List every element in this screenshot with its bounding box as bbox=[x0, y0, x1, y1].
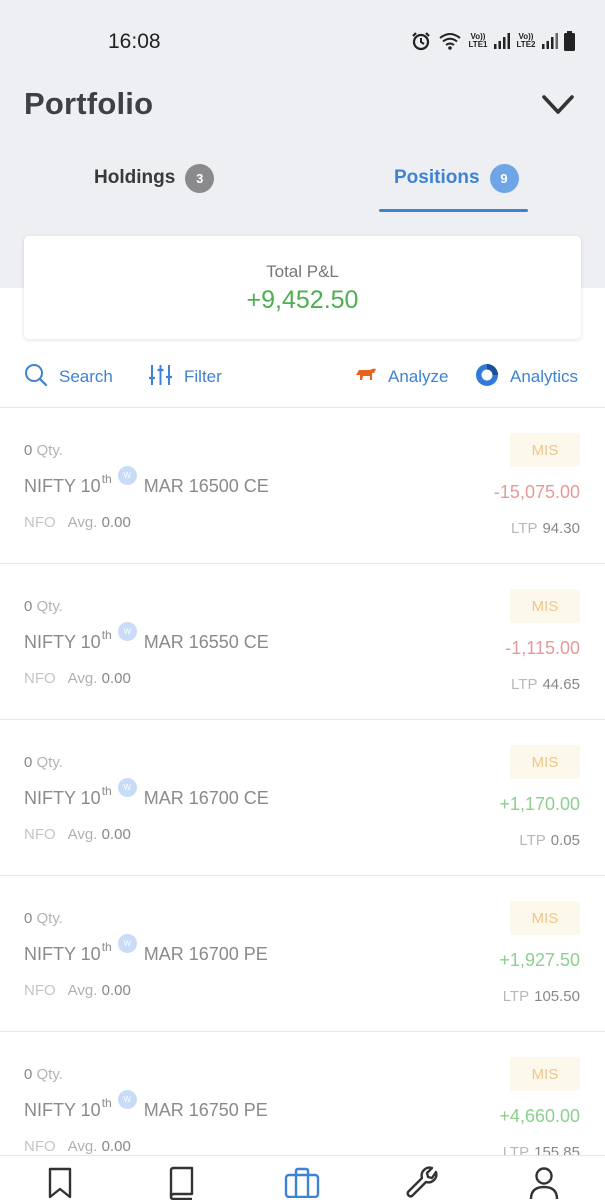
position-pnl: +4,660.00 bbox=[499, 1106, 580, 1126]
analytics-label: Analytics bbox=[510, 367, 579, 386]
wifi-icon bbox=[438, 31, 462, 51]
weekly-badge: W bbox=[117, 1090, 137, 1109]
position-ltp: LTP 94.30 bbox=[511, 520, 580, 537]
filter-label: Filter bbox=[184, 367, 222, 386]
total-pnl-value: +9,452.50 bbox=[246, 286, 359, 314]
positions-count-badge: 9 bbox=[489, 163, 519, 193]
product-badge: MIS bbox=[510, 433, 580, 467]
position-row[interactable]: 0 Qty. NIFTY 10th W MAR 16700 CE NFO Avg. 0… bbox=[0, 720, 605, 876]
position-ltp: LTP 105.50 bbox=[502, 988, 580, 1005]
position-ltp: LTP 44.65 bbox=[511, 676, 580, 693]
position-name: NIFTY 10th W MAR 16550 CE bbox=[24, 622, 269, 653]
sim2-label: Vo)) LTE2 bbox=[516, 32, 536, 49]
analyze-label: Analyze bbox=[388, 367, 449, 386]
position-row[interactable]: 0 Qty. NIFTY 10th W MAR 16750 PE NFO Avg. 0… bbox=[0, 1032, 605, 1155]
filter-button[interactable]: Filter bbox=[148, 362, 222, 392]
bottom-nav bbox=[0, 1155, 605, 1200]
position-row[interactable]: 0 Qty. NIFTY 10th W MAR 16550 CE NFO Avg. 0… bbox=[0, 564, 605, 720]
total-pnl-card: Total P&L +9,452.50 bbox=[24, 236, 581, 339]
tab-holdings-label: Holdings bbox=[94, 167, 176, 188]
position-row[interactable]: 0 Qty. NIFTY 10th W MAR 16500 CE NFO Avg. 0… bbox=[0, 408, 605, 564]
positions-list: 0 Qty. NIFTY 10th W MAR 16500 CE NFO Avg. 0… bbox=[0, 407, 605, 1155]
position-name: NIFTY 10th W MAR 16700 CE bbox=[24, 778, 269, 809]
product-badge: MIS bbox=[510, 745, 580, 779]
nav-tools[interactable] bbox=[403, 1166, 443, 1200]
page-title: Portfolio bbox=[24, 86, 154, 121]
position-qty: 0 Qty. bbox=[24, 598, 63, 615]
product-badge: MIS bbox=[510, 589, 580, 623]
tab-positions[interactable]: Positions 9 bbox=[394, 160, 519, 196]
position-name: NIFTY 10th W MAR 16750 PE bbox=[24, 1090, 268, 1121]
position-ltp: LTP 0.05 bbox=[519, 832, 580, 849]
position-pnl: -1,115.00 bbox=[505, 638, 580, 658]
toolbar: Search Filter Analyze Analytics bbox=[0, 362, 605, 392]
nav-portfolio[interactable] bbox=[282, 1166, 322, 1200]
chevron-down-icon[interactable] bbox=[540, 92, 576, 120]
search-button[interactable]: Search bbox=[24, 362, 113, 392]
user-icon bbox=[529, 1166, 559, 1200]
position-name: NIFTY 10th W MAR 16500 CE bbox=[24, 466, 269, 497]
weekly-badge: W bbox=[117, 934, 137, 953]
position-pnl: +1,927.50 bbox=[499, 950, 580, 970]
analytics-icon bbox=[475, 363, 499, 392]
position-qty: 0 Qty. bbox=[24, 1066, 63, 1083]
briefcase-icon bbox=[284, 1166, 320, 1200]
status-bar: 16:08 Vo)) LTE1 Vo)) LTE2 bbox=[0, 0, 605, 80]
signal-icon bbox=[542, 33, 558, 49]
weekly-badge: W bbox=[117, 466, 137, 485]
analyze-button[interactable]: Analyze bbox=[355, 362, 448, 392]
product-badge: MIS bbox=[510, 1057, 580, 1091]
tab-positions-label: Positions bbox=[394, 167, 480, 188]
position-pnl: +1,170.00 bbox=[499, 794, 580, 814]
active-tab-indicator bbox=[379, 209, 528, 212]
product-badge: MIS bbox=[510, 901, 580, 935]
signal-icon bbox=[494, 33, 510, 49]
alarm-icon bbox=[410, 30, 432, 52]
position-meta: NFO Avg. 0.00 bbox=[24, 670, 131, 687]
tab-holdings[interactable]: Holdings 3 bbox=[94, 160, 215, 196]
nav-orders[interactable] bbox=[161, 1166, 201, 1200]
sim1-label: Vo)) LTE1 bbox=[468, 32, 488, 49]
position-meta: NFO Avg. 0.00 bbox=[24, 1138, 131, 1155]
position-pnl: -15,075.00 bbox=[493, 482, 580, 502]
position-meta: NFO Avg. 0.00 bbox=[24, 514, 131, 531]
wrench-icon bbox=[406, 1166, 440, 1200]
position-qty: 0 Qty. bbox=[24, 442, 63, 459]
book-icon bbox=[166, 1166, 196, 1200]
position-row[interactable]: 0 Qty. NIFTY 10th W MAR 16700 PE NFO Avg. 0… bbox=[0, 876, 605, 1032]
bull-icon bbox=[355, 366, 377, 389]
nav-watchlist[interactable] bbox=[40, 1166, 80, 1200]
bookmark-icon bbox=[46, 1166, 74, 1200]
position-meta: NFO Avg. 0.00 bbox=[24, 826, 131, 843]
position-name: NIFTY 10th W MAR 16700 PE bbox=[24, 934, 268, 965]
total-pnl-label: Total P&L bbox=[266, 262, 339, 281]
search-icon bbox=[24, 363, 48, 392]
holdings-count-badge: 3 bbox=[185, 163, 215, 193]
status-time: 16:08 bbox=[108, 30, 161, 53]
position-meta: NFO Avg. 0.00 bbox=[24, 982, 131, 999]
position-ltp: LTP 155.85 bbox=[502, 1144, 580, 1155]
position-qty: 0 Qty. bbox=[24, 754, 63, 771]
weekly-badge: W bbox=[117, 622, 137, 641]
filter-icon bbox=[148, 363, 173, 392]
status-icons: Vo)) LTE1 Vo)) LTE2 bbox=[410, 28, 575, 54]
battery-icon bbox=[564, 31, 575, 51]
search-label: Search bbox=[59, 367, 113, 386]
nav-profile[interactable] bbox=[524, 1166, 564, 1200]
weekly-badge: W bbox=[117, 778, 137, 797]
position-qty: 0 Qty. bbox=[24, 910, 63, 927]
analytics-button[interactable]: Analytics bbox=[475, 362, 578, 392]
